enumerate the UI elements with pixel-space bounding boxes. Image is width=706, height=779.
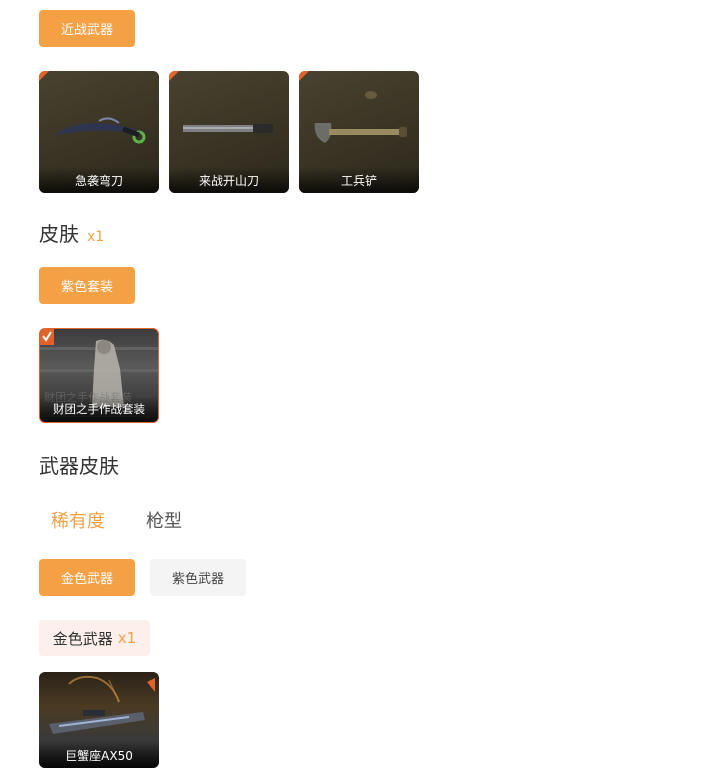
filter-purple-weapons[interactable]: 紫色武器 — [150, 559, 246, 596]
skin-count: x1 — [87, 229, 105, 245]
item-name: 工兵铲 — [299, 167, 419, 193]
filter-melee-weapons[interactable]: 近战武器 — [39, 10, 135, 47]
melee-card-3[interactable]: 工兵铲 — [299, 71, 419, 193]
group-label: 金色武器 — [52, 629, 113, 648]
weapon-skin-section-title: 武器皮肤 — [39, 454, 119, 478]
gold-weapon-group-header: 金色武器 x1 — [39, 620, 150, 656]
item-name: 急袭弯刀 — [39, 167, 159, 193]
item-name: 巨蟹座AX50 — [39, 742, 159, 768]
item-name: 财团之手作战套装 — [40, 396, 158, 422]
filter-purple-suit[interactable]: 紫色套装 — [39, 267, 135, 304]
group-count: x1 — [117, 629, 137, 647]
skin-card-1[interactable]: 财团之手作战套装 财团之手作战套装 — [39, 328, 159, 423]
tab-gun-type[interactable]: 枪型 — [146, 507, 182, 533]
tab-rarity[interactable]: 稀有度 — [51, 507, 105, 533]
filter-gold-weapons[interactable]: 金色武器 — [39, 559, 135, 596]
weapon-skin-card-1[interactable]: 巨蟹座AX50 — [39, 672, 159, 768]
melee-card-1[interactable]: 急袭弯刀 — [39, 71, 159, 193]
skin-section-title: 皮肤 x1 — [39, 218, 104, 247]
melee-card-2[interactable]: 来战开山刀 — [169, 71, 289, 193]
skin-title: 皮肤 — [39, 222, 79, 246]
item-name: 来战开山刀 — [169, 167, 289, 193]
